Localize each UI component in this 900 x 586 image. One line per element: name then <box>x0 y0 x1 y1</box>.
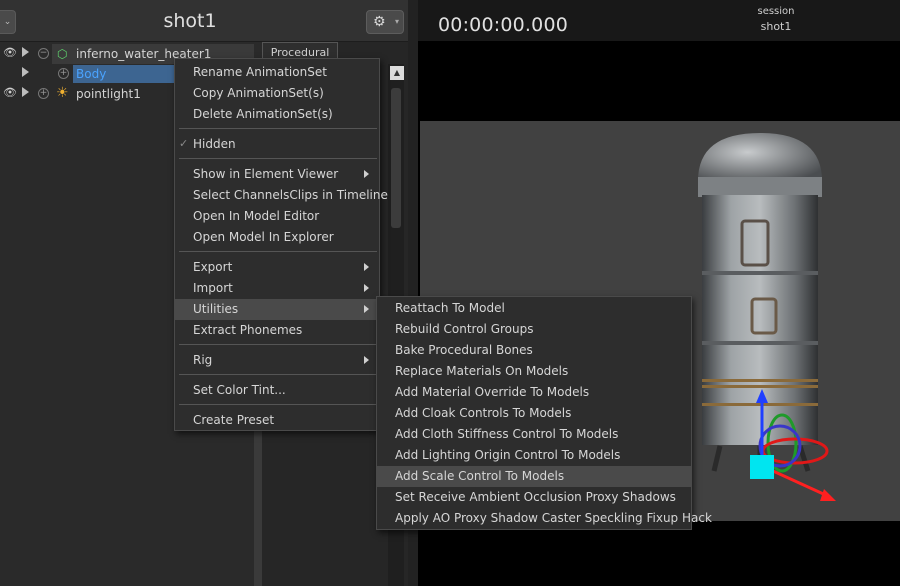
submenu-arrow-icon <box>364 356 369 364</box>
menu-item-set-receive-ao-proxy[interactable]: Set Receive Ambient Occlusion Proxy Shad… <box>377 487 691 508</box>
scroll-up-arrow-icon[interactable]: ▲ <box>390 66 404 80</box>
menu-item-rename-animationset[interactable]: Rename AnimationSet <box>175 62 379 83</box>
menu-item-copy-animationset[interactable]: Copy AnimationSet(s) <box>175 83 379 104</box>
menu-item-import[interactable]: Import <box>175 278 379 299</box>
outliner-header: ⌄ shot1 ⚙ ▾ <box>0 0 408 42</box>
menu-item-export[interactable]: Export <box>175 257 379 278</box>
submenu-arrow-icon <box>364 170 369 178</box>
menu-item-label: Utilities <box>193 302 239 316</box>
menu-separator <box>179 251 377 252</box>
menu-item-add-lighting-origin[interactable]: Add Lighting Origin Control To Models <box>377 445 691 466</box>
menu-separator <box>179 344 377 345</box>
session-name: shot1 <box>760 20 792 33</box>
menu-item-label: Show in Element Viewer <box>193 167 339 181</box>
menu-item-label: Export <box>193 260 233 274</box>
menu-item-add-scale-control[interactable]: Add Scale Control To Models <box>377 466 691 487</box>
submenu-arrow-icon <box>364 305 369 313</box>
settings-button[interactable]: ⚙ ▾ <box>366 10 404 34</box>
menu-item-add-cloth-stiffness[interactable]: Add Cloth Stiffness Control To Models <box>377 424 691 445</box>
menu-item-open-in-model-editor[interactable]: Open In Model Editor <box>175 206 379 227</box>
tree-item-label: pointlight1 <box>76 87 141 101</box>
timecode-readout: 00:00:00.000 <box>438 14 569 36</box>
submenu-arrow-icon <box>364 263 369 271</box>
menu-item-replace-materials[interactable]: Replace Materials On Models <box>377 361 691 382</box>
menu-item-utilities[interactable]: Utilities <box>175 299 379 320</box>
plus-circle-icon[interactable]: + <box>38 88 49 99</box>
utilities-submenu: Reattach To Model Rebuild Control Groups… <box>376 296 712 530</box>
tree-item-label: Body <box>76 67 107 81</box>
menu-item-select-channelsclips[interactable]: Select ChannelsClips in Timeline <box>175 185 388 206</box>
menu-item-open-model-in-explorer[interactable]: Open Model In Explorer <box>175 227 379 248</box>
menu-separator <box>179 404 377 405</box>
expand-arrow-icon[interactable] <box>22 87 29 97</box>
water-heater-model <box>698 133 822 472</box>
session-label: session <box>757 6 795 17</box>
menu-separator <box>179 158 377 159</box>
chevron-down-icon: ▾ <box>394 17 399 26</box>
menu-item-reattach-to-model[interactable]: Reattach To Model <box>377 298 691 319</box>
menu-item-rebuild-control-groups[interactable]: Rebuild Control Groups <box>377 319 691 340</box>
animation-set-context-menu: Rename AnimationSet Copy AnimationSet(s)… <box>174 58 388 431</box>
light-sun-icon: ☀ <box>56 85 69 101</box>
menu-item-hidden[interactable]: ✓ Hidden <box>175 134 379 155</box>
menu-item-apply-ao-proxy-fixup[interactable]: Apply AO Proxy Shadow Caster Speckling F… <box>377 508 712 529</box>
menu-item-bake-procedural-bones[interactable]: Bake Procedural Bones <box>377 340 691 361</box>
menu-item-label: Hidden <box>193 137 236 151</box>
model-cube-icon: ⬡ <box>57 47 68 61</box>
menu-item-show-in-element-viewer[interactable]: Show in Element Viewer <box>175 164 379 185</box>
collapse-circle-icon[interactable]: − <box>38 48 49 59</box>
menu-item-label: Import <box>193 281 233 295</box>
plus-circle-icon[interactable]: + <box>58 68 69 79</box>
eye-icon[interactable]: 👁 <box>3 86 17 99</box>
menu-item-label: Rig <box>193 353 213 367</box>
menu-separator <box>179 128 377 129</box>
submenu-arrow-icon <box>364 284 369 292</box>
expand-arrow-icon[interactable] <box>22 47 29 57</box>
checkmark-icon: ✓ <box>179 137 189 150</box>
shot-title: shot1 <box>163 10 217 32</box>
menu-item-set-color-tint[interactable]: Set Color Tint... <box>175 380 379 401</box>
menu-item-add-material-override[interactable]: Add Material Override To Models <box>377 382 691 403</box>
menu-separator <box>179 374 377 375</box>
menu-item-extract-phonemes[interactable]: Extract Phonemes <box>175 320 379 341</box>
eye-icon[interactable]: 👁 <box>3 46 17 59</box>
menu-item-rig[interactable]: Rig <box>175 350 379 371</box>
gear-icon: ⚙ <box>373 14 386 30</box>
menu-item-add-cloak-controls[interactable]: Add Cloak Controls To Models <box>377 403 691 424</box>
scrollbar-thumb[interactable] <box>391 88 401 228</box>
menu-item-create-preset[interactable]: Create Preset <box>175 410 379 431</box>
expand-arrow-icon[interactable] <box>22 67 29 77</box>
menu-item-delete-animationset[interactable]: Delete AnimationSet(s) <box>175 104 379 125</box>
